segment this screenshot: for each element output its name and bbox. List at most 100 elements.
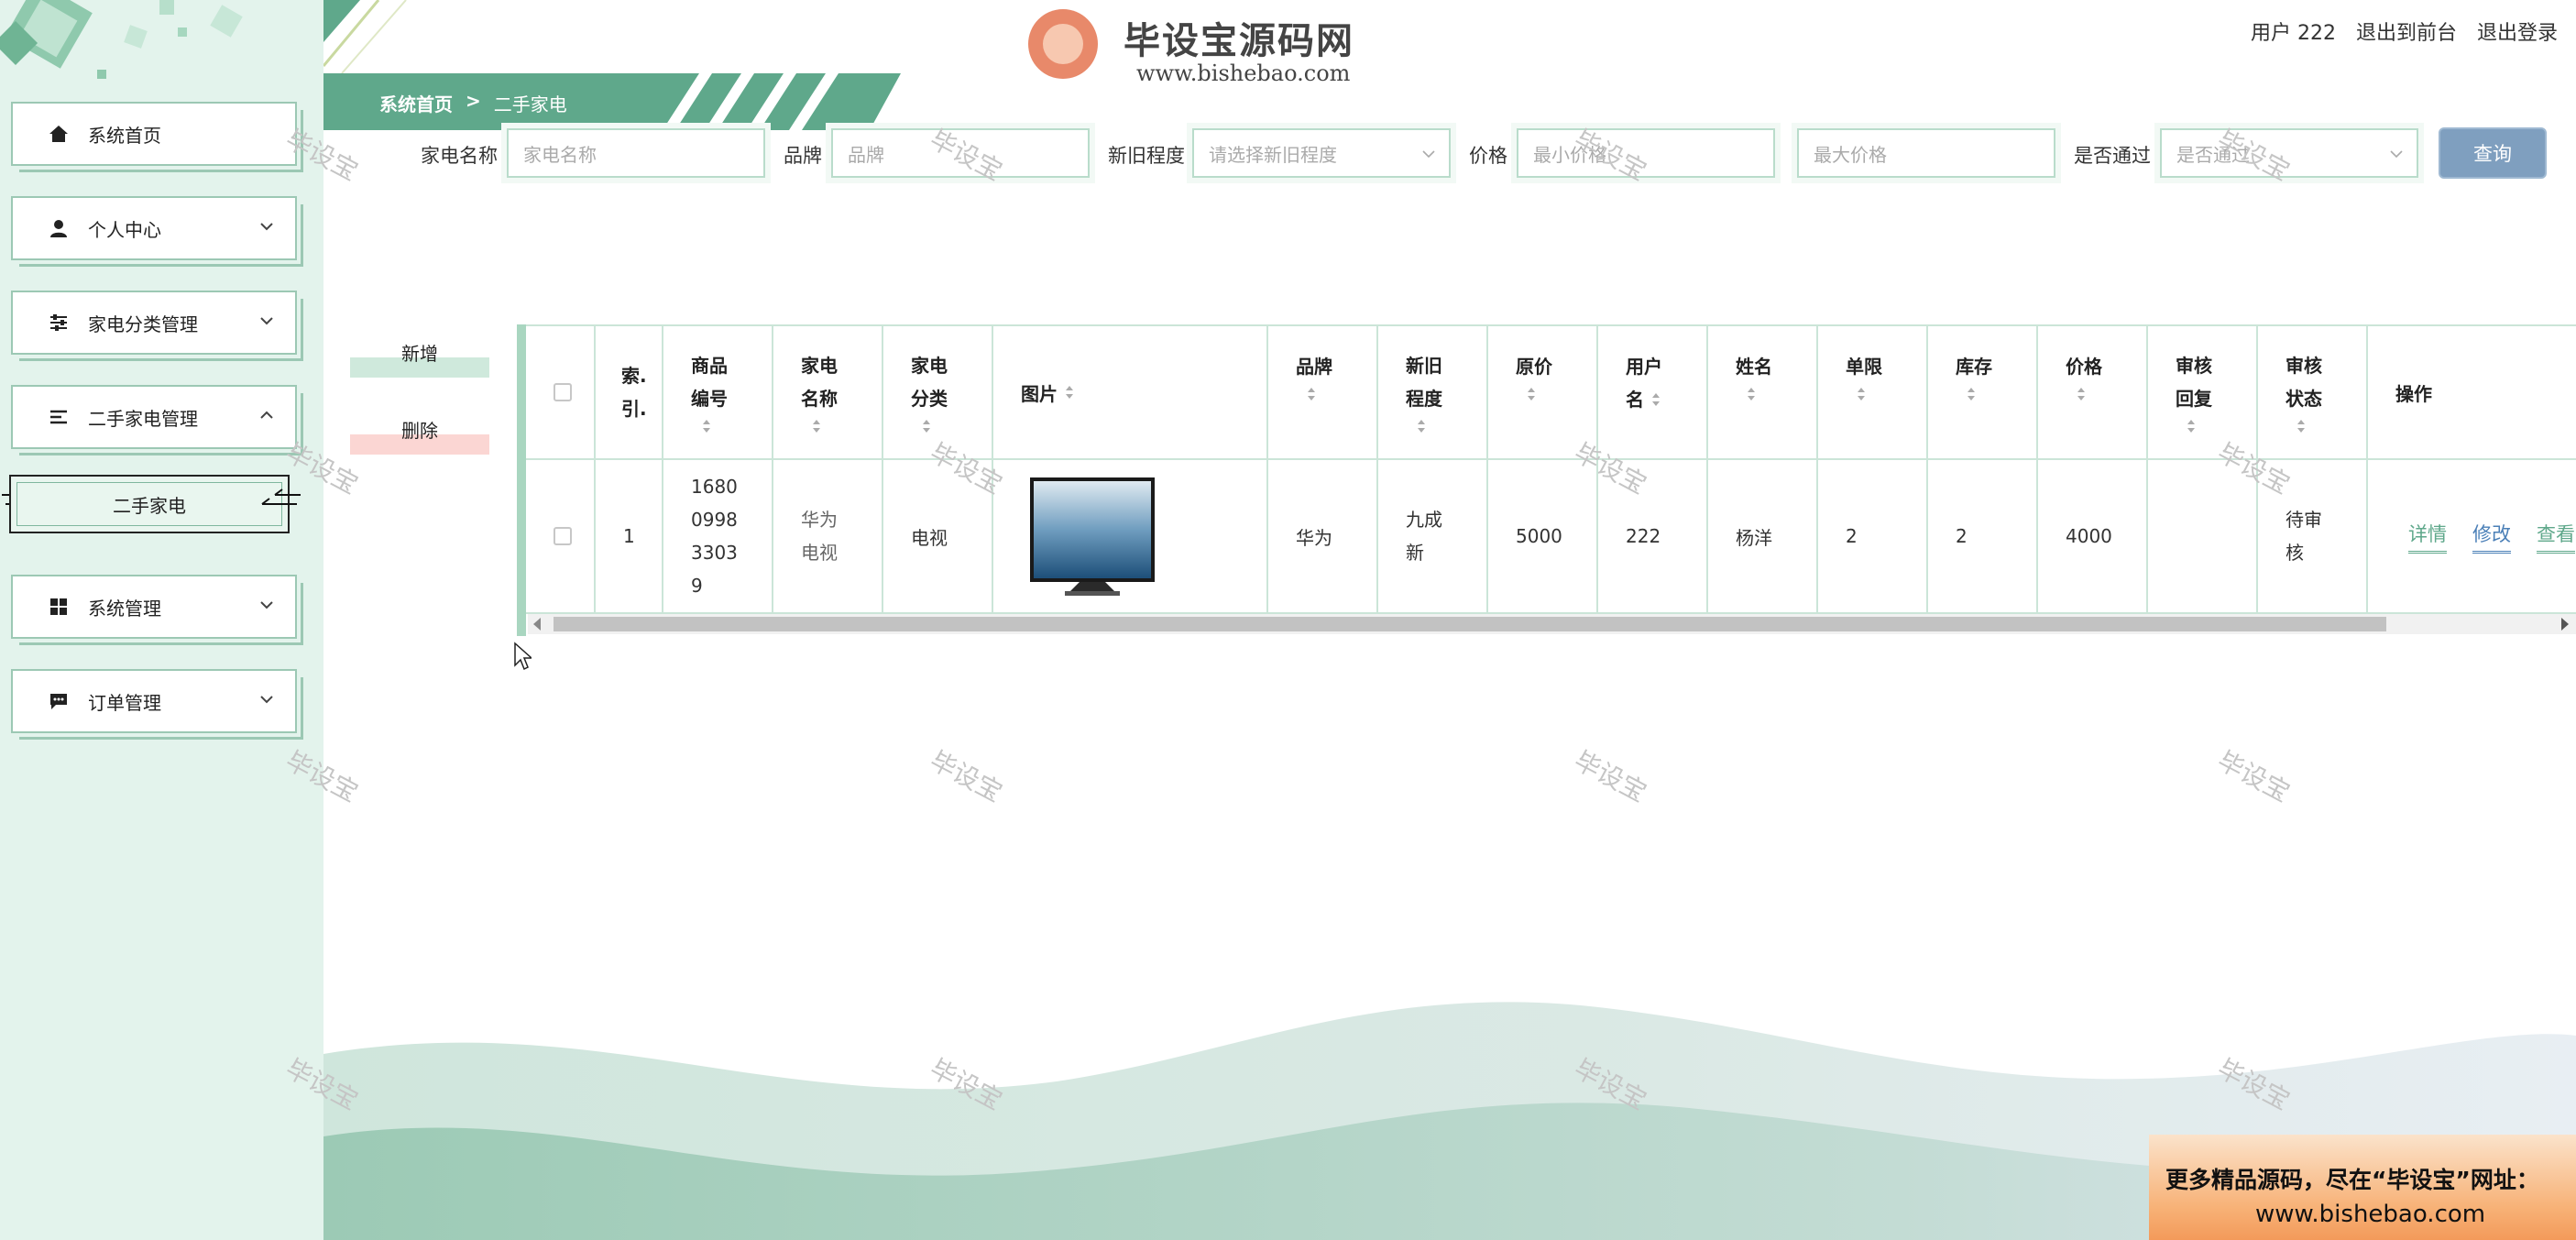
add-button[interactable]: 新增 [350, 334, 489, 378]
min-price-input[interactable]: 最小价格 [1511, 123, 1781, 183]
sort-icon [1066, 386, 1073, 399]
sidebar-item-category-management[interactable]: 家电分类管理 [11, 291, 297, 355]
query-button[interactable]: 查询 [2439, 127, 2547, 179]
cell-code: 1680 0998 3303 9 [663, 460, 773, 614]
header-user-area: 用户 222 退出到前台 退出登录 [2251, 16, 2558, 46]
breadcrumb-home[interactable]: 系统首页 [379, 90, 453, 116]
sidebar-item-label: 二手家电管理 [88, 407, 198, 430]
cell-realname: 杨洋 [1708, 460, 1818, 614]
cell-operations: 详情 修改 查看 [2368, 460, 2576, 614]
name-input[interactable]: 家电名称 [501, 123, 771, 183]
detail-link[interactable]: 详情 [2408, 520, 2447, 554]
sort-icon [703, 420, 710, 433]
cell-limit: 2 [1818, 460, 1928, 614]
row-checkbox[interactable] [554, 527, 572, 545]
brand-input[interactable]: 品牌 [826, 123, 1095, 183]
sidebar-item-order-management[interactable]: 订单管理 [11, 669, 297, 733]
sidebar-item-label: 系统首页 [88, 124, 161, 147]
data-table: 索. 引. 商品 编号 家电 名称 家电 分类 图片 品牌 新旧 程度 原价 用户名 姓名… [517, 324, 2576, 636]
scroll-right-icon[interactable] [2561, 618, 2569, 631]
chevron-down-icon [1422, 150, 1435, 159]
sort-icon [1528, 388, 1535, 401]
min-price-placeholder: 最小价格 [1533, 143, 1606, 166]
delete-button[interactable]: 删除 [350, 411, 489, 455]
promo-line-1: 更多精品源码，尽在“毕设宝”网址： [2165, 1167, 2539, 1193]
cell-review-reply [2148, 460, 2258, 614]
horizontal-scrollbar[interactable] [528, 614, 2576, 634]
select-all-checkbox[interactable] [554, 383, 572, 401]
sidebar-item-personal-center[interactable]: 个人中心 [11, 196, 297, 260]
condition-label: 新旧程度 [1108, 145, 1185, 167]
header-realname[interactable]: 姓名 [1708, 324, 1818, 460]
header-limit[interactable]: 单限 [1818, 324, 1928, 460]
condition-placeholder: 请选择新旧程度 [1209, 143, 1337, 166]
site-logo: 毕设宝源码网 www.bishebao.com [1028, 5, 1376, 88]
submenu-item-appliances[interactable]: 二手家电 [9, 475, 290, 533]
tv-product-image[interactable] [1028, 474, 1156, 598]
add-button-label: 新增 [401, 343, 438, 365]
approved-select[interactable]: 是否通过 [2154, 123, 2424, 183]
cell-review-status: 待审核 [2258, 460, 2368, 614]
header-checkbox-cell [526, 324, 596, 460]
chevron-down-icon [260, 317, 273, 325]
chat-icon [48, 690, 70, 712]
logout-link[interactable]: 退出登录 [2477, 16, 2558, 46]
sort-icon [2297, 420, 2305, 433]
search-bar: 家电名称 家电名称 品牌 品牌 新旧程度 请选择新旧程度 价格 最小价格 最大价… [323, 123, 2576, 183]
header-review-reply[interactable]: 审核 回复 [2148, 324, 2258, 460]
chevron-down-icon [260, 601, 273, 609]
approved-placeholder: 是否通过 [2176, 143, 2250, 166]
sidebar: 系统首页 个人中心 家电分类管理 二手家电管理 二手家电 系统管理 订单管理 [0, 0, 323, 1240]
sort-icon [1652, 393, 1660, 406]
promo-banner[interactable]: 更多精品源码，尽在“毕设宝”网址： www.bishebao.com [2149, 1135, 2576, 1240]
header-name[interactable]: 家电 名称 [773, 324, 883, 460]
name-label: 家电名称 [421, 145, 498, 167]
chevron-down-icon [260, 223, 273, 231]
sidebar-item-home[interactable]: 系统首页 [11, 102, 297, 166]
logo-text: 毕设宝源码网 [1124, 19, 1354, 62]
home-icon [48, 123, 70, 145]
header-image[interactable]: 图片 [993, 324, 1268, 460]
mouse-cursor-icon [514, 642, 532, 671]
cell-name: 华为 电视 [773, 460, 883, 614]
max-price-placeholder: 最大价格 [1814, 143, 1887, 166]
user-label: 用户 222 [2250, 22, 2336, 45]
sort-icon [923, 420, 930, 433]
brand-label: 品牌 [784, 145, 822, 167]
header-category[interactable]: 家电 分类 [883, 324, 993, 460]
header-price[interactable]: 价格 [2038, 324, 2148, 460]
scroll-left-icon[interactable] [533, 618, 541, 631]
condition-select[interactable]: 请选择新旧程度 [1187, 123, 1456, 183]
watermark: 毕设宝 [2212, 745, 2296, 808]
header-brand[interactable]: 品牌 [1268, 324, 1378, 460]
table-row: 1 1680 0998 3303 9 华为 电视 电视 华为 九成新 5000 222 … [526, 460, 2576, 614]
header-stock[interactable]: 库存 [1928, 324, 2038, 460]
header-condition[interactable]: 新旧 程度 [1378, 324, 1488, 460]
view-link[interactable]: 查看 [2537, 520, 2575, 554]
breadcrumb-separator: > [466, 90, 481, 112]
sidebar-item-system-management[interactable]: 系统管理 [11, 575, 297, 639]
breadcrumb: 系统首页 > 二手家电 [379, 90, 567, 116]
cell-stock: 2 [1928, 460, 2038, 614]
sort-icon [1308, 388, 1315, 401]
promo-line-2: www.bishebao.com [2255, 1201, 2486, 1228]
header-review-status[interactable]: 审核 状态 [2258, 324, 2368, 460]
edit-link[interactable]: 修改 [2472, 520, 2511, 554]
header-username[interactable]: 用户名 [1598, 324, 1708, 460]
arrows-icon [261, 488, 301, 505]
sort-icon [1748, 388, 1755, 401]
cell-category: 电视 [883, 460, 993, 614]
price-label: 价格 [1469, 145, 1507, 167]
header-code[interactable]: 商品 编号 [663, 324, 773, 460]
scrollbar-thumb[interactable] [554, 617, 2386, 631]
chevron-up-icon [260, 411, 273, 419]
name-placeholder: 家电名称 [523, 143, 597, 166]
header-original-price[interactable]: 原价 [1488, 324, 1598, 460]
cell-price: 4000 [2038, 460, 2148, 614]
back-to-front-link[interactable]: 退出到前台 [2356, 16, 2457, 46]
header-corner-decoration [323, 0, 407, 73]
sidebar-item-label: 个人中心 [88, 218, 161, 241]
max-price-input[interactable]: 最大价格 [1792, 123, 2061, 183]
sort-icon [1418, 420, 1425, 433]
sidebar-item-appliance-management[interactable]: 二手家电管理 [11, 385, 297, 449]
